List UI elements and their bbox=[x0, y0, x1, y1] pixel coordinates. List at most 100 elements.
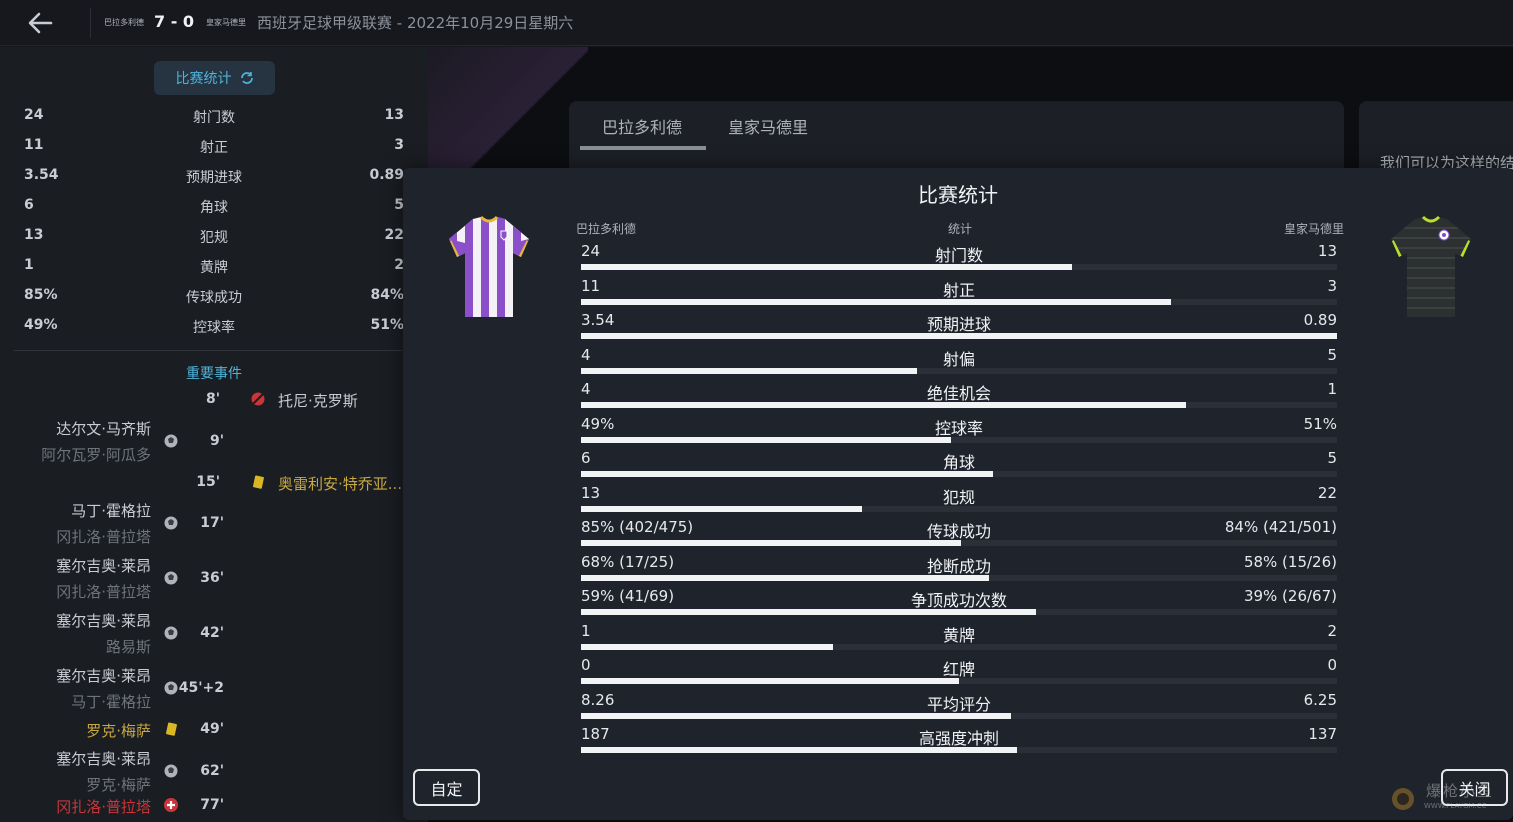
stat-bar-track bbox=[581, 747, 1337, 753]
stat-away-value: 51% bbox=[1303, 414, 1337, 433]
stat-label: 预期进球 bbox=[926, 315, 991, 334]
left-stat-away: 3 bbox=[394, 137, 404, 153]
customize-button[interactable]: 自定 bbox=[413, 769, 480, 806]
stat-away-value: 39% (26/67) bbox=[1243, 587, 1337, 605]
left-divider bbox=[14, 350, 402, 351]
column-away-team: 皇家马德里 bbox=[1283, 222, 1344, 236]
missed-shot-icon bbox=[251, 392, 265, 406]
stat-away-value: 84% (421/501) bbox=[1224, 518, 1337, 536]
event-assist: 路易斯 bbox=[105, 638, 151, 656]
stat-bar-track bbox=[581, 471, 1337, 477]
stat-row: 11 射正 3 bbox=[581, 275, 1337, 307]
event-player: 罗克·梅萨 bbox=[86, 722, 151, 740]
left-stat-row: 13 犯规 22 bbox=[24, 221, 404, 251]
stat-away-value: 2 bbox=[1327, 621, 1337, 640]
stat-bar-home-share bbox=[581, 298, 1171, 305]
left-stat-away: 84% bbox=[370, 287, 404, 303]
swap-icon bbox=[240, 72, 253, 84]
event-assist: 冈扎洛·普拉塔 bbox=[56, 583, 151, 601]
stat-bar-track bbox=[581, 505, 1337, 512]
left-stat-label: 传球成功 bbox=[186, 290, 242, 306]
background-tab-away[interactable]: 皇家马德里 bbox=[728, 114, 808, 138]
stat-away-value: 5 bbox=[1327, 449, 1337, 467]
stat-bar-track bbox=[581, 402, 1337, 408]
stat-bar-track bbox=[581, 609, 1337, 615]
stat-bar-track bbox=[581, 436, 1337, 443]
stat-bar-home-share bbox=[581, 402, 1186, 408]
event-player: 塞尔吉奥·莱昂 bbox=[56, 557, 151, 575]
event-minute: 77' bbox=[200, 797, 224, 813]
left-stat-away: 22 bbox=[384, 227, 404, 243]
event-assist: 罗克·梅萨 bbox=[86, 776, 151, 794]
stat-row: 8.26 平均评分 6.25 bbox=[581, 689, 1337, 721]
background-tab-home[interactable]: 巴拉多利德 bbox=[602, 114, 682, 138]
stat-label: 争顶成功次数 bbox=[910, 591, 1007, 610]
header-competition-date: 西班牙足球甲级联赛 - 2022年10月29日星期六 bbox=[257, 14, 574, 32]
stat-row: 4 绝佳机会 1 bbox=[581, 378, 1337, 410]
stat-label: 平均评分 bbox=[926, 694, 991, 714]
stat-row: 24 射门数 13 bbox=[581, 240, 1337, 272]
column-stat: 统计 bbox=[947, 222, 972, 236]
event-assist: 马丁·霍格拉 bbox=[71, 693, 151, 711]
stat-label: 高强度冲刺 bbox=[918, 729, 999, 748]
left-stat-row: 3.54 预期进球 0.89 bbox=[24, 161, 404, 191]
event-player: 塞尔吉奥·莱昂 bbox=[56, 750, 151, 768]
left-stat-label: 射门数 bbox=[193, 110, 235, 126]
left-stat-row: 49% 控球率 51% bbox=[24, 311, 404, 341]
event-minute: 36' bbox=[200, 570, 224, 586]
stat-row: 59% (41/69) 争顶成功次数 39% (26/67) bbox=[581, 585, 1337, 617]
event-minute: 49' bbox=[200, 721, 224, 737]
watermark-text: 爆枪小鱼 bbox=[1426, 782, 1495, 800]
stat-bar-track bbox=[581, 540, 1337, 546]
left-stat-away: 13 bbox=[384, 107, 404, 123]
stat-label: 射门数 bbox=[934, 246, 983, 265]
stat-bar-home-share bbox=[581, 712, 1012, 719]
stat-bar-home-share bbox=[581, 436, 952, 443]
event-player: 马丁·霍格拉 bbox=[71, 502, 151, 520]
left-panel: 比赛统计 24 射门数 13 11 射正 3 3.54 预期进球 0.89 6 角球 5 13 犯规 22 1… bbox=[0, 47, 428, 822]
stat-bar-home-share bbox=[581, 505, 863, 512]
stat-row: 4 射偏 5 bbox=[581, 344, 1337, 376]
stat-bar-home-share bbox=[581, 471, 994, 477]
stat-away-value: 1 bbox=[1327, 380, 1337, 398]
stat-label: 射偏 bbox=[942, 349, 975, 369]
left-stat-label: 黄牌 bbox=[200, 260, 228, 276]
stat-row: 49% 控球率 51% bbox=[581, 413, 1337, 445]
left-stat-row: 11 射正 3 bbox=[24, 131, 404, 161]
stat-bar-home-share bbox=[581, 333, 1337, 339]
stat-bar-track bbox=[581, 574, 1337, 581]
match-stats-tab-button[interactable]: 比赛统计 bbox=[154, 61, 275, 95]
home-shirt-icon bbox=[449, 215, 529, 317]
event-player: 塞尔吉奥·莱昂 bbox=[56, 667, 151, 685]
stat-bar-home-share bbox=[581, 678, 959, 684]
stat-bar-track bbox=[581, 643, 1337, 650]
stat-bar-track bbox=[581, 264, 1337, 270]
background-tab-underline bbox=[580, 146, 706, 150]
stats-column-header: 巴拉多利德 统计 皇家马德里 bbox=[576, 220, 1344, 238]
header-home-team: 巴拉多利德 bbox=[104, 18, 144, 27]
stat-row: 1 黄牌 2 bbox=[581, 620, 1337, 652]
stat-away-value: 0.89 bbox=[1303, 311, 1337, 329]
stat-away-value: 137 bbox=[1308, 725, 1337, 743]
stat-label: 绝佳机会 bbox=[926, 384, 991, 403]
back-button[interactable] bbox=[22, 6, 58, 40]
stat-bar-track bbox=[581, 333, 1337, 339]
header-away-team: 皇家马德里 bbox=[206, 18, 246, 27]
watermark-badge-icon bbox=[1392, 788, 1414, 810]
stat-label: 黄牌 bbox=[942, 625, 975, 645]
stat-away-value: 22 bbox=[1317, 483, 1337, 502]
stat-away-value: 13 bbox=[1317, 242, 1337, 260]
stat-bar-home-share bbox=[581, 643, 833, 650]
stat-bar-track bbox=[581, 712, 1337, 719]
event-minute: 9' bbox=[209, 433, 224, 449]
match-stats-modal: 比赛统计 巴拉多利德 统计 皇家马德里 24 射门数 13 11 射正 3 3.… bbox=[403, 168, 1513, 820]
stat-label: 传球成功 bbox=[926, 522, 991, 541]
left-stat-row: 24 射门数 13 bbox=[24, 101, 404, 131]
stat-label: 射正 bbox=[942, 280, 975, 300]
stat-bar-home-share bbox=[581, 540, 962, 546]
stat-bar-track bbox=[581, 367, 1337, 374]
stat-away-value: 0 bbox=[1327, 656, 1337, 674]
event-minute: 15' bbox=[196, 474, 220, 490]
stat-bar-home-share bbox=[581, 367, 918, 374]
customize-button-label: 自定 bbox=[430, 779, 463, 799]
